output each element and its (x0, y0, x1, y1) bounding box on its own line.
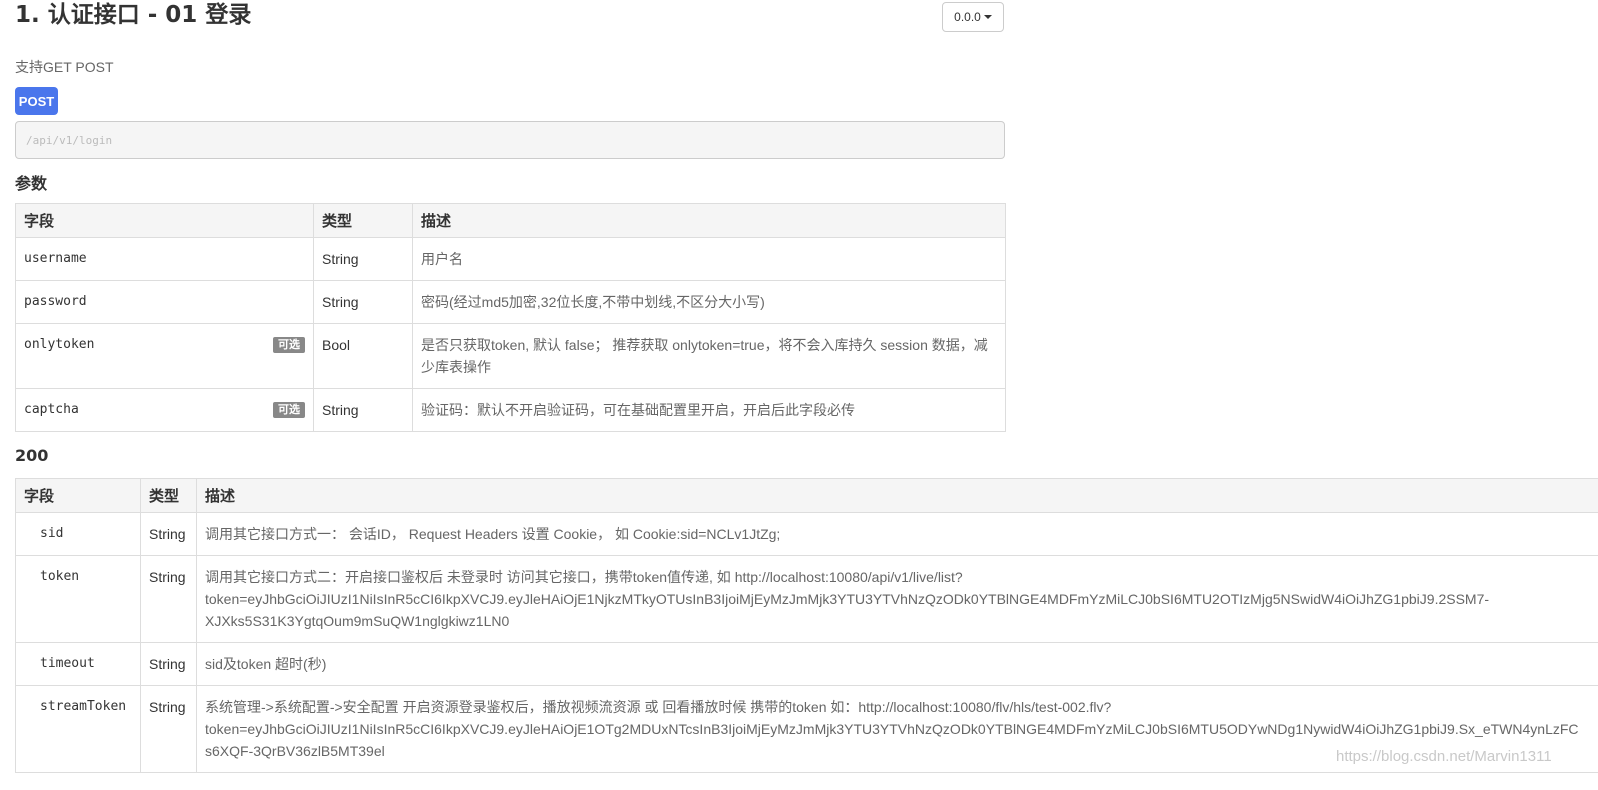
param-desc: 是否只获取token, 默认 false； 推荐获取 onlytoken=tru… (412, 323, 1006, 389)
caret-down-icon (983, 15, 992, 19)
page-title: 1. 认证接口 - 01 登录 (15, 2, 252, 28)
version-dropdown[interactable]: 0.0.0 (942, 2, 1004, 32)
response-table: 字段 类型 描述 sid String 调用其它接口方式一： 会话ID， Req… (15, 478, 1598, 773)
param-field: password (15, 280, 314, 324)
response-desc: 调用其它接口方式二：开启接口鉴权后 未登录时 访问其它接口，携带token值传递… (196, 555, 1598, 643)
desc-line: 系统管理->系统配置->安全配置 开启资源登录鉴权后，播放视频流资源 或 回看播… (205, 699, 1112, 715)
table-row: timeout String sid及token 超时(秒) (15, 642, 1598, 686)
response-field: sid (15, 512, 141, 556)
support-methods: 支持GET POST (15, 59, 114, 75)
response-desc: 调用其它接口方式一： 会话ID， Request Headers 设置 Cook… (196, 512, 1598, 556)
response-type: String (140, 685, 197, 773)
col-header-type: 类型 (140, 478, 197, 513)
response-desc: sid及token 超时(秒) (196, 642, 1598, 686)
col-header-desc: 描述 (412, 203, 1006, 238)
response-field: timeout (15, 642, 141, 686)
response-type: String (140, 555, 197, 643)
table-row: password String 密码(经过md5加密,32位长度,不带中划线,不… (15, 280, 1006, 324)
response-field: streamToken (15, 685, 141, 773)
col-header-field: 字段 (15, 478, 141, 513)
desc-line: 调用其它接口方式二：开启接口鉴权后 未登录时 访问其它接口，携带token值传递… (205, 569, 963, 585)
param-field: onlytoken (24, 337, 95, 352)
version-label: 0.0.0 (954, 10, 981, 24)
table-row: captcha 可选 String 验证码：默认不开启验证码，可在基础配置里开启… (15, 388, 1006, 432)
optional-badge: 可选 (273, 402, 305, 418)
params-table: 字段 类型 描述 username String 用户名 password St… (15, 203, 1006, 432)
method-badge: POST (15, 87, 58, 115)
param-field: captcha (24, 402, 79, 417)
response-type: String (140, 512, 197, 556)
response-field: token (15, 555, 141, 643)
param-field: username (15, 237, 314, 281)
param-field-cell: captcha 可选 (15, 388, 314, 432)
param-desc: 用户名 (412, 237, 1006, 281)
desc-line: XJXks5S31K3YgtqOum9mSuQW1nglgkiwz1LN0 (205, 613, 510, 629)
optional-badge: 可选 (273, 337, 305, 353)
col-header-type: 类型 (313, 203, 413, 238)
param-desc: 验证码：默认不开启验证码，可在基础配置里开启，开启后此字段必传 (412, 388, 1006, 432)
params-heading: 参数 (15, 174, 48, 193)
params-header-row: 字段 类型 描述 (15, 203, 1006, 238)
param-type: String (313, 280, 413, 324)
desc-line: token=eyJhbGciOiJIUzI1NiIsInR5cCI6IkpXVC… (205, 721, 1579, 737)
table-row: username String 用户名 (15, 237, 1006, 281)
table-row: token String 调用其它接口方式二：开启接口鉴权后 未登录时 访问其它… (15, 555, 1598, 643)
url-field[interactable]: /api/v1/login (15, 121, 1005, 159)
param-type: Bool (313, 323, 413, 389)
param-type: String (313, 237, 413, 281)
response-type: String (140, 642, 197, 686)
desc-line: token=eyJhbGciOiJIUzI1NiIsInR5cCI6IkpXVC… (205, 591, 1490, 607)
watermark: https://blog.csdn.net/Marvin1311 (1336, 748, 1552, 765)
param-field-cell: onlytoken 可选 (15, 323, 314, 389)
response-header-row: 字段 类型 描述 (15, 478, 1598, 513)
col-header-desc: 描述 (196, 478, 1598, 513)
param-type: String (313, 388, 413, 432)
col-header-field: 字段 (15, 203, 314, 238)
param-desc: 密码(经过md5加密,32位长度,不带中划线,不区分大小写) (412, 280, 1006, 324)
table-row: sid String 调用其它接口方式一： 会话ID， Request Head… (15, 512, 1598, 556)
response-heading: 200 (15, 446, 49, 465)
table-row: onlytoken 可选 Bool 是否只获取token, 默认 false； … (15, 323, 1006, 389)
